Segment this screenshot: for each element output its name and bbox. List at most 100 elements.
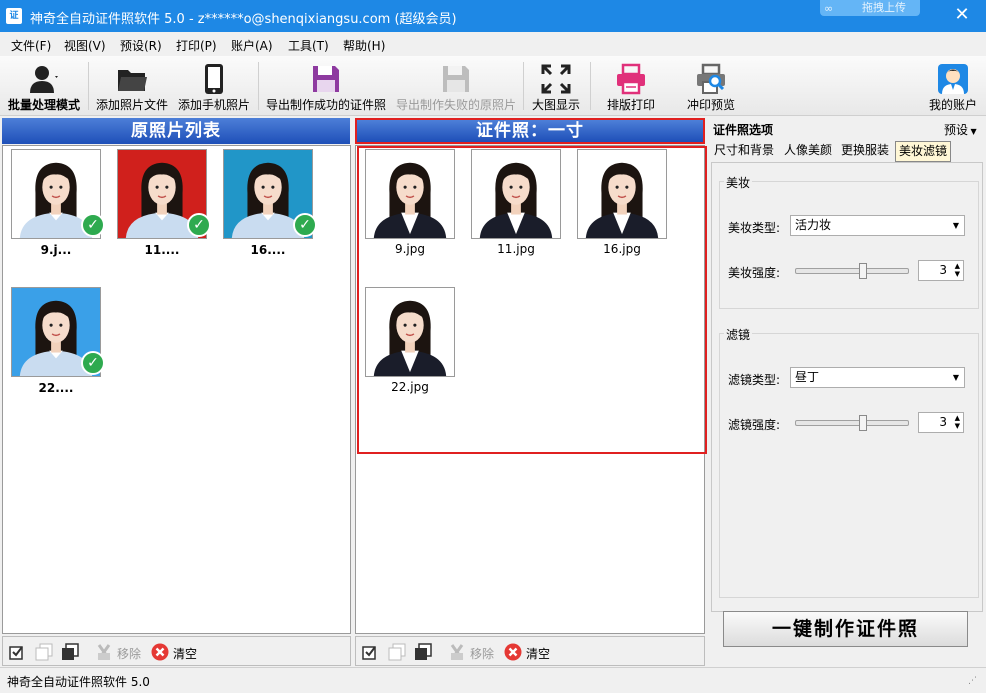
menu-help[interactable]: 帮助(H) — [343, 37, 385, 54]
menu-tools[interactable]: 工具(T) — [288, 37, 329, 54]
check-icon: ✓ — [293, 213, 317, 237]
clear-icon[interactable] — [151, 643, 169, 661]
export-success-button[interactable]: 导出制作成功的证件照 — [263, 56, 389, 116]
tab-portrait-beauty[interactable]: 人像美颜 — [781, 141, 835, 162]
big-view-button[interactable]: 大图显示 — [527, 56, 585, 116]
id-photo-thumbnail[interactable] — [577, 149, 667, 239]
cloud-upload-button[interactable]: ∞ 拖拽上传 — [820, 0, 920, 16]
makeup-strength-slider-handle[interactable] — [859, 263, 868, 279]
id-photo-options-panel: 证件照选项 预设 ▼ 尺寸和背景 人像美颜 更换服装 美妆滤镜 美妆 美妆类型:… — [708, 117, 986, 665]
menu-file[interactable]: 文件(F) — [11, 37, 51, 54]
status-bar: 神奇全自动证件照软件 5.0 ⋰ — [0, 667, 986, 693]
users-icon — [30, 66, 58, 93]
filter-strength-slider-handle[interactable] — [859, 415, 868, 431]
remove-button[interactable]: 移除 — [470, 645, 494, 662]
filter-type-select[interactable]: 昼丁 ▼ — [790, 367, 965, 388]
tab-content: 美妆 美妆类型: 活力妆 ▼ 美妆强度: 3 ▲ ▼ 滤镜 滤镜类型: 昼丁 ▼ 滤镜强… — [711, 162, 983, 612]
filter-group-title: 滤镜 — [724, 326, 753, 343]
check-icon: ✓ — [81, 351, 105, 375]
select-all-icon[interactable] — [9, 643, 27, 661]
make-id-photo-button[interactable]: 一键制作证件照 — [723, 611, 968, 647]
add-files-button[interactable]: 添加照片文件 — [93, 56, 171, 116]
big-view-label: 大图显示 — [531, 98, 580, 112]
remove-icon[interactable] — [95, 643, 113, 661]
save-icon — [313, 66, 339, 92]
tab-makeup-filter[interactable]: 美妆滤镜 — [895, 141, 952, 162]
chevron-down-icon: ▼ — [952, 373, 959, 382]
check-icon: ✓ — [187, 213, 211, 237]
expand-icon — [541, 64, 571, 94]
makeup-strength-value: 3 — [939, 263, 947, 277]
makeup-type-value: 活力妆 — [795, 218, 832, 232]
invert-select-icon[interactable] — [61, 643, 79, 661]
filter-type-label: 滤镜类型: — [728, 373, 781, 387]
export-failed-button[interactable]: 导出制作失败的原照片 — [393, 56, 519, 116]
makeup-type-label: 美妆类型: — [728, 221, 781, 235]
deselect-icon[interactable] — [388, 643, 406, 661]
tab-size-background[interactable]: 尺寸和背景 — [711, 141, 777, 162]
clear-button[interactable]: 清空 — [526, 645, 550, 662]
print-preview-label: 冲印预览 — [686, 98, 735, 112]
spin-arrows-icon[interactable]: ▲ ▼ — [955, 414, 960, 430]
menu-print[interactable]: 打印(P) — [176, 37, 217, 54]
window-title: 神奇全自动证件照软件 5.0 - z******o@shenqixiangsu.… — [30, 12, 457, 27]
makeup-strength-stepper[interactable]: 3 ▲ ▼ — [918, 260, 964, 281]
menu-view[interactable]: 视图(V) — [64, 37, 106, 54]
invert-select-icon[interactable] — [414, 643, 432, 661]
app-logo-icon: 证 — [6, 8, 22, 24]
id-photo-list-title: 证件照：一寸 — [355, 118, 705, 144]
source-photo-label: 22.... — [38, 381, 74, 395]
menu-account[interactable]: 账户(A) — [231, 37, 273, 54]
id-photo-label: 9.jpg — [394, 242, 426, 256]
id-photo-label: 11.jpg — [497, 242, 535, 256]
id-list-actions: 移除 清空 — [355, 636, 705, 666]
clear-icon[interactable] — [504, 643, 522, 661]
id-photo-thumbnail[interactable] — [471, 149, 561, 239]
makeup-type-select[interactable]: 活力妆 ▼ — [790, 215, 965, 236]
print-preview-icon — [697, 63, 725, 94]
close-window-icon[interactable]: ✕ — [952, 5, 972, 25]
title-bar: 证 神奇全自动证件照软件 5.0 - z******o@shenqixiangs… — [0, 0, 986, 32]
filter-strength-label: 滤镜强度: — [728, 418, 781, 432]
export-success-label: 导出制作成功的证件照 — [265, 98, 386, 112]
id-photo-thumbnail[interactable] — [365, 287, 455, 377]
phone-icon — [205, 64, 223, 94]
resize-grip-icon[interactable]: ⋰ — [968, 676, 977, 686]
makeup-strength-slider[interactable] — [795, 268, 909, 274]
spin-arrows-icon[interactable]: ▲ ▼ — [955, 262, 960, 278]
remove-icon[interactable] — [448, 643, 466, 661]
chevron-down-icon: ▼ — [968, 127, 977, 136]
remove-button[interactable]: 移除 — [117, 645, 141, 662]
toolbar-divider — [258, 62, 259, 110]
id-photo-thumbnail[interactable] — [365, 149, 455, 239]
layout-print-button[interactable]: 排版打印 — [600, 56, 662, 116]
print-preview-button[interactable]: 冲印预览 — [680, 56, 742, 116]
batch-mode-label: 批量处理模式 — [7, 98, 80, 112]
id-photo-label: 22.jpg — [391, 380, 429, 394]
deselect-icon[interactable] — [35, 643, 53, 661]
printer-icon — [617, 63, 645, 95]
source-list-actions: 移除 清空 — [2, 636, 351, 666]
filter-group: 滤镜 滤镜类型: 昼丁 ▼ 滤镜强度: 3 ▲ ▼ — [719, 326, 979, 598]
cloud-icon: ∞ — [824, 2, 834, 15]
toolbar-divider — [590, 62, 591, 110]
tab-change-clothes[interactable]: 更换服装 — [838, 141, 892, 162]
add-phone-button[interactable]: 添加手机照片 — [175, 56, 253, 116]
add-phone-label: 添加手机照片 — [177, 98, 250, 112]
clear-button[interactable]: 清空 — [173, 645, 197, 662]
chevron-down-icon: ▼ — [952, 221, 959, 230]
makeup-group: 美妆 美妆类型: 活力妆 ▼ 美妆强度: 3 ▲ ▼ — [719, 174, 979, 309]
source-photo-label: 9.j... — [40, 243, 72, 257]
menu-preset[interactable]: 预设(R) — [120, 37, 162, 54]
batch-mode-button[interactable]: 批量处理模式 — [4, 56, 84, 116]
makeup-group-title: 美妆 — [724, 174, 753, 191]
my-account-button[interactable]: 我的账户 — [924, 56, 982, 116]
layout-print-label: 排版打印 — [606, 98, 655, 112]
filter-strength-slider[interactable] — [795, 420, 909, 426]
select-all-icon[interactable] — [362, 643, 380, 661]
source-photo-label: 16.... — [250, 243, 286, 257]
preset-dropdown[interactable]: 预设 ▼ — [944, 121, 977, 138]
toolbar-divider — [523, 62, 524, 110]
filter-strength-stepper[interactable]: 3 ▲ ▼ — [918, 412, 964, 433]
check-icon: ✓ — [81, 213, 105, 237]
